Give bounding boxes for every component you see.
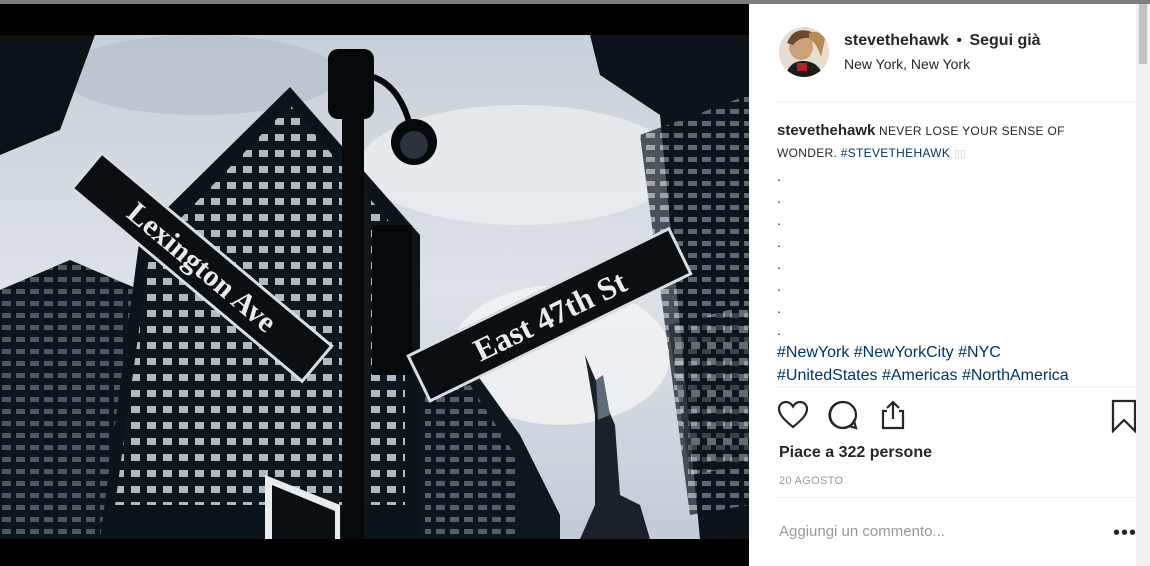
caption: stevethehawk NEVER LOSE YOUR SENSE OF WO… bbox=[777, 120, 1107, 386]
caption-emoji-placeholder: ▯▯ bbox=[953, 148, 966, 160]
caption-dot: . bbox=[777, 300, 781, 316]
divider bbox=[777, 387, 1136, 388]
username-link[interactable]: stevethehawk bbox=[844, 32, 949, 49]
avatar[interactable] bbox=[779, 27, 829, 77]
post-date: 20 AGOSTO bbox=[779, 475, 844, 487]
caption-dot: . bbox=[777, 168, 781, 184]
divider bbox=[777, 497, 1136, 498]
comment-icon[interactable] bbox=[827, 399, 859, 436]
user-line: stevethehawk • Segui già bbox=[844, 32, 1041, 50]
caption-dot: . bbox=[777, 256, 781, 272]
caption-username-link[interactable]: stevethehawk bbox=[777, 122, 875, 139]
follow-status-button[interactable]: Segui già bbox=[969, 32, 1040, 49]
post-photo[interactable]: Lexington Ave East 47th St bbox=[0, 35, 749, 539]
divider bbox=[777, 101, 1136, 102]
post-sidebar: stevethehawk • Segui già New York, New Y… bbox=[749, 4, 1150, 566]
bookmark-icon[interactable] bbox=[1110, 399, 1138, 438]
hashtags-line-1[interactable]: #NewYork #NewYorkCity #NYC bbox=[777, 341, 1107, 364]
caption-dot: . bbox=[777, 234, 781, 250]
caption-dot: . bbox=[777, 190, 781, 206]
post-header: stevethehawk • Segui già New York, New Y… bbox=[749, 4, 1136, 101]
caption-dot: . bbox=[777, 212, 781, 228]
hashtags-line-2[interactable]: #UnitedStates #Americas #NorthAmerica bbox=[777, 364, 1107, 386]
likes-count[interactable]: Piace a 322 persone bbox=[779, 444, 932, 462]
caption-dot: . bbox=[777, 278, 781, 294]
share-icon[interactable] bbox=[877, 399, 909, 436]
scrollbar[interactable] bbox=[1136, 4, 1150, 566]
caption-hashtag[interactable]: #STEVETHEHAWK bbox=[841, 146, 950, 160]
caption-dots: . . . . . . . . bbox=[777, 165, 1107, 341]
comment-input[interactable]: Aggiungi un commento... bbox=[779, 523, 945, 540]
action-bar bbox=[777, 399, 1137, 436]
post-media-area: Lexington Ave East 47th St bbox=[0, 4, 749, 566]
scrollbar-thumb[interactable] bbox=[1139, 4, 1147, 64]
separator-dot: • bbox=[956, 32, 962, 49]
caption-dot: . bbox=[777, 322, 781, 338]
location-link[interactable]: New York, New York bbox=[844, 56, 970, 72]
more-icon[interactable]: ••• bbox=[1113, 522, 1137, 545]
heart-icon[interactable] bbox=[777, 399, 809, 436]
